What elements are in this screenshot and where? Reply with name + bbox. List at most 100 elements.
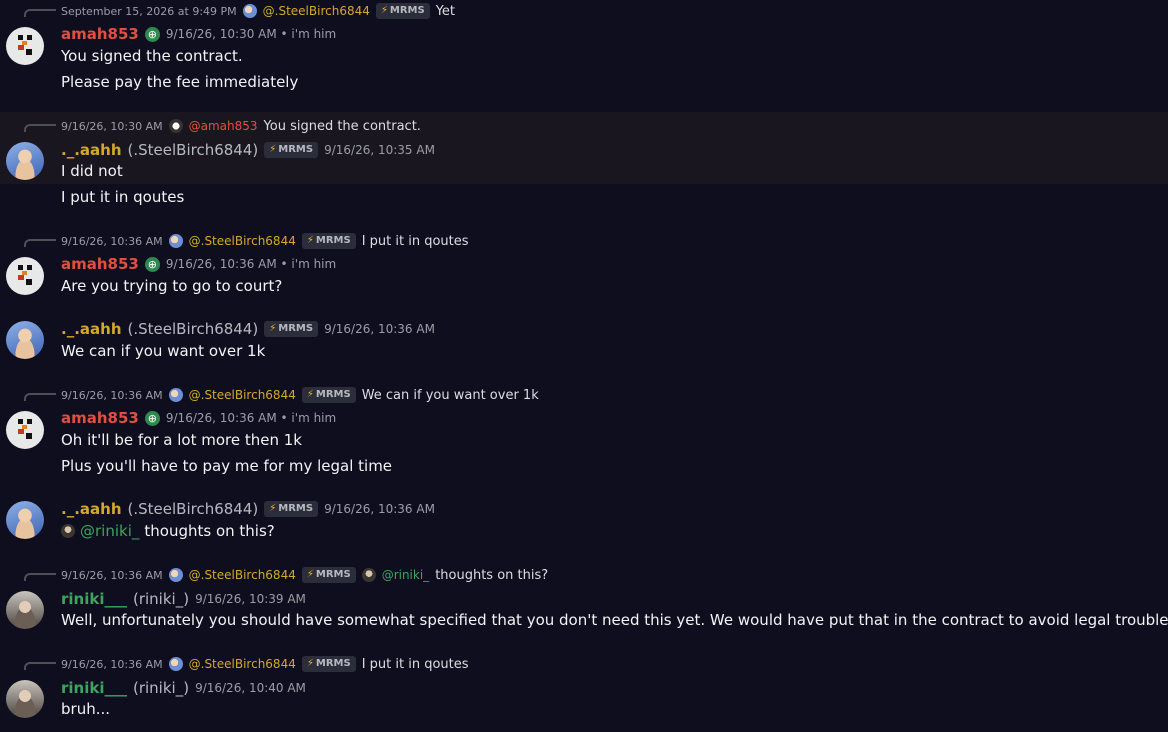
mini-avatar xyxy=(168,657,183,671)
mini-avatar xyxy=(168,568,183,582)
bolt-icon: ⚡ xyxy=(269,144,277,155)
reply-preview[interactable]: You signed the contract. xyxy=(264,119,421,134)
globe-icon: ⊕ xyxy=(144,256,160,272)
mini-avatar xyxy=(168,234,183,248)
reply-reference[interactable]: 9/16/26, 10:36 AM @.SteelBirch6844 ⚡ MRMS… xyxy=(61,232,469,250)
author-name[interactable]: ._.aahh xyxy=(61,320,122,338)
reply-timestamp: 9/16/26, 10:36 AM xyxy=(61,657,163,671)
reply-timestamp: 9/16/26, 10:36 AM xyxy=(61,388,163,402)
role-tag: ⚡ MRMS xyxy=(264,321,319,337)
message-line: Plus you'll have to pay me for my legal … xyxy=(61,457,393,475)
globe-icon: ⊕ xyxy=(144,26,160,42)
author-name[interactable]: ._.aahh xyxy=(61,500,122,518)
role-tag: ⚡ MRMS xyxy=(301,387,356,403)
author-username: (riniki_) xyxy=(132,590,190,608)
message-line: Please pay the fee immediately xyxy=(61,73,299,91)
avatar[interactable] xyxy=(6,501,44,539)
globe-icon: ⊕ xyxy=(144,410,160,426)
message-text: thoughts on this? xyxy=(144,522,275,540)
avatar[interactable] xyxy=(6,142,44,180)
message-line: Oh it'll be for a lot more then 1k xyxy=(61,431,302,449)
reply-mention[interactable]: @amah853 xyxy=(189,119,258,133)
author-username: (.SteelBirch6844) xyxy=(127,141,259,159)
message-header: ._.aahh (.SteelBirch6844) ⚡ MRMS 9/16/26,… xyxy=(61,319,435,339)
reply-preview[interactable]: We can if you want over 1k xyxy=(362,388,539,403)
bolt-icon: ⚡ xyxy=(269,503,277,514)
avatar[interactable] xyxy=(6,591,44,629)
reply-reference[interactable]: September 15, 2026 at 9:49 PM @.SteelBir… xyxy=(61,2,455,20)
reply-reference[interactable]: 9/16/26, 10:36 AM @.SteelBirch6844 ⚡ MRMS… xyxy=(61,655,469,673)
bolt-icon: ⚡ xyxy=(306,389,314,400)
chat-messages: September 15, 2026 at 9:49 PM @.SteelBir… xyxy=(0,0,1168,732)
reply-connector xyxy=(24,573,56,581)
message-header: amah853 ⊕ 9/16/26, 10:36 AM • i'm him xyxy=(61,408,336,428)
message-line: bruh... xyxy=(61,700,111,718)
author-username: (.SteelBirch6844) xyxy=(127,320,259,338)
message-line: I put it in qoutes xyxy=(61,188,185,206)
message-line: Are you trying to go to court? xyxy=(61,277,283,295)
reply-connector xyxy=(24,393,56,401)
user-mention[interactable]: @riniki_ xyxy=(80,522,139,540)
reply-preview[interactable]: I put it in qoutes xyxy=(362,234,469,249)
author-name[interactable]: amah853 xyxy=(61,255,139,273)
bolt-icon: ⚡ xyxy=(306,658,314,669)
bolt-icon: ⚡ xyxy=(380,5,388,16)
role-tag: ⚡ MRMS xyxy=(264,142,319,158)
role-tag: ⚡ MRMS xyxy=(301,567,356,583)
author-name[interactable]: ._.aahh xyxy=(61,141,122,159)
message-line: You signed the contract. xyxy=(61,47,243,65)
author-name[interactable]: amah853 xyxy=(61,409,139,427)
mini-avatar xyxy=(168,388,183,402)
message-timestamp: 9/16/26, 10:36 AM • i'm him xyxy=(165,257,337,271)
reply-mention[interactable]: @.SteelBirch6844 xyxy=(189,234,296,248)
message-timestamp: 9/16/26, 10:36 AM xyxy=(324,502,435,516)
message-line: We can if you want over 1k xyxy=(61,342,266,360)
author-name[interactable]: amah853 xyxy=(61,25,139,43)
message-header: amah853 ⊕ 9/16/26, 10:36 AM • i'm him xyxy=(61,254,336,274)
avatar[interactable] xyxy=(6,321,44,359)
message-header: amah853 ⊕ 9/16/26, 10:30 AM • i'm him xyxy=(61,24,336,44)
reply-mention-2[interactable]: @riniki_ xyxy=(382,568,430,582)
avatar[interactable] xyxy=(6,257,44,295)
message-header: ._.aahh (.SteelBirch6844) ⚡ MRMS 9/16/26,… xyxy=(61,499,435,519)
reply-mention[interactable]: @.SteelBirch6844 xyxy=(263,4,370,18)
role-tag: ⚡ MRMS xyxy=(375,3,430,19)
bolt-icon: ⚡ xyxy=(269,323,277,334)
reply-reference[interactable]: 9/16/26, 10:36 AM @.SteelBirch6844 ⚡ MRMS… xyxy=(61,386,539,404)
author-username: (.SteelBirch6844) xyxy=(127,500,259,518)
message-timestamp: 9/16/26, 10:36 AM • i'm him xyxy=(165,411,337,425)
reply-mention[interactable]: @.SteelBirch6844 xyxy=(189,388,296,402)
mini-avatar xyxy=(61,524,75,538)
bolt-icon: ⚡ xyxy=(306,569,314,580)
bolt-icon: ⚡ xyxy=(306,235,314,246)
reply-mention[interactable]: @.SteelBirch6844 xyxy=(189,568,296,582)
reply-preview[interactable]: thoughts on this? xyxy=(435,568,548,583)
reply-reference[interactable]: 9/16/26, 10:36 AM @.SteelBirch6844 ⚡ MRMS… xyxy=(61,566,548,584)
reply-reference[interactable]: 9/16/26, 10:30 AM @amah853 You signed th… xyxy=(61,117,421,135)
mini-avatar xyxy=(361,568,376,582)
role-tag: ⚡ MRMS xyxy=(301,233,356,249)
message-timestamp: 9/16/26, 10:39 AM xyxy=(195,592,306,606)
message-line: Well, unfortunately you should have some… xyxy=(61,611,1168,629)
reply-connector xyxy=(24,239,56,247)
mini-avatar xyxy=(242,4,257,18)
role-tag: ⚡ MRMS xyxy=(301,656,356,672)
author-name[interactable]: riniki___ xyxy=(61,590,127,608)
message-timestamp: 9/16/26, 10:36 AM xyxy=(324,322,435,336)
reply-timestamp: 9/16/26, 10:36 AM xyxy=(61,568,163,582)
author-name[interactable]: riniki___ xyxy=(61,679,127,697)
reply-mention[interactable]: @.SteelBirch6844 xyxy=(189,657,296,671)
message-header: riniki___ (riniki_) 9/16/26, 10:39 AM xyxy=(61,589,306,609)
message-header: riniki___ (riniki_) 9/16/26, 10:40 AM xyxy=(61,678,306,698)
reply-timestamp: 9/16/26, 10:36 AM xyxy=(61,234,163,248)
avatar[interactable] xyxy=(6,411,44,449)
message-line: I did not xyxy=(61,162,123,180)
author-username: (riniki_) xyxy=(132,679,190,697)
reply-timestamp: September 15, 2026 at 9:49 PM xyxy=(61,4,237,18)
reply-preview[interactable]: I put it in qoutes xyxy=(362,657,469,672)
reply-preview[interactable]: Yet xyxy=(436,4,455,19)
mini-avatar xyxy=(168,119,183,133)
avatar[interactable] xyxy=(6,27,44,65)
avatar[interactable] xyxy=(6,680,44,718)
reply-timestamp: 9/16/26, 10:30 AM xyxy=(61,119,163,133)
